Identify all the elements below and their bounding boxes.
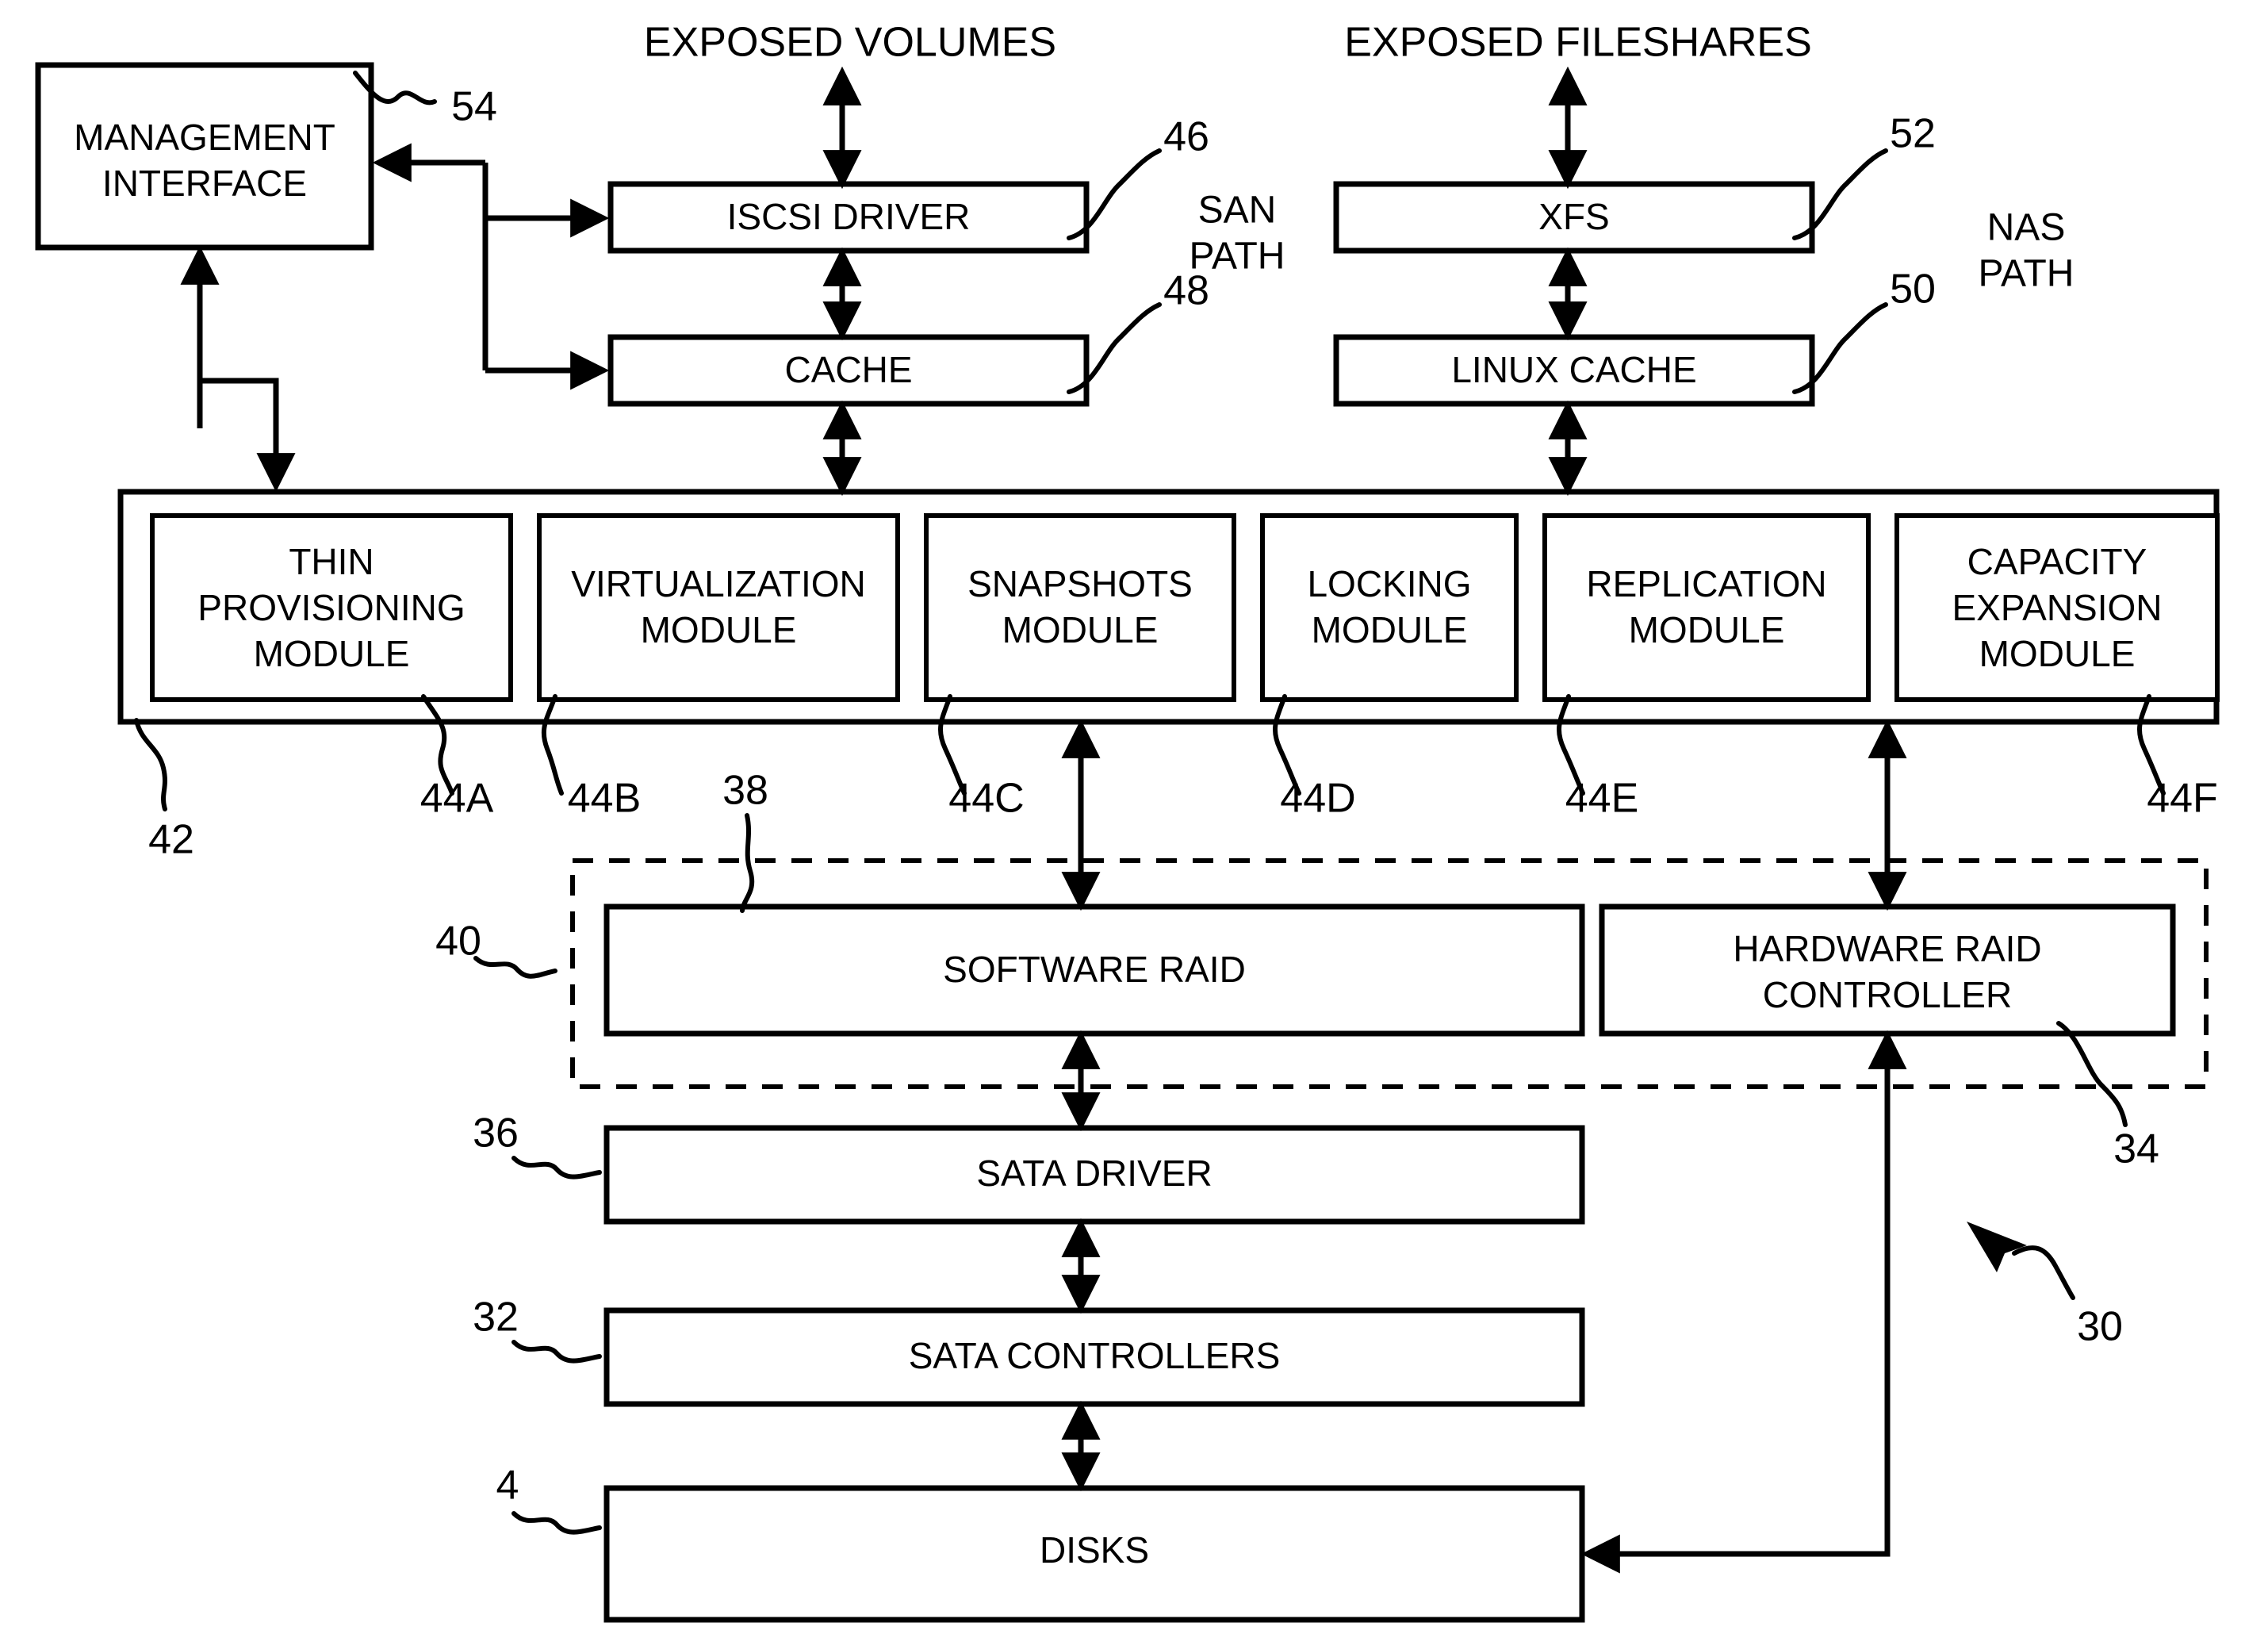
module-box-replication bbox=[1542, 513, 1871, 702]
ref-30-arrowhead bbox=[1967, 1222, 2027, 1272]
module-label-thin-provisioning-line1: THIN bbox=[289, 541, 374, 582]
ref-44B-label: 44B bbox=[568, 776, 642, 822]
management-interface-label-line1: MANAGEMENT bbox=[74, 117, 335, 158]
module-label-capacity-line3: MODULE bbox=[1979, 633, 2136, 674]
ref-48-label: 48 bbox=[1163, 268, 1209, 314]
patent-figure-canvas: EXPOSED VOLUMES EXPOSED FILESHARES SAN P… bbox=[0, 0, 2268, 1638]
nas-path-label-line2: PATH bbox=[1979, 253, 2075, 295]
ref-34-leader bbox=[2056, 1021, 2128, 1127]
ref-4-label: 4 bbox=[496, 1463, 519, 1509]
ref-38-leader bbox=[740, 813, 755, 913]
ref-52-label: 52 bbox=[1890, 111, 1936, 157]
ref-32-label: 32 bbox=[473, 1295, 519, 1341]
module-label-replication-line1: REPLICATION bbox=[1586, 563, 1826, 604]
ref-40-leader bbox=[473, 956, 557, 979]
ref-44C-label: 44C bbox=[948, 776, 1024, 822]
linux-cache-label: LINUX CACHE bbox=[1451, 349, 1696, 390]
hardware-raid-controller-label-line1: HARDWARE RAID bbox=[1733, 928, 2041, 969]
ref-38-label: 38 bbox=[722, 768, 768, 814]
module-label-thin-provisioning-line2: PROVISIONING bbox=[197, 587, 465, 628]
ref-46-label: 46 bbox=[1163, 114, 1209, 160]
module-label-replication-line2: MODULE bbox=[1629, 609, 1785, 650]
xfs-label: XFS bbox=[1538, 196, 1609, 237]
cache-label: CACHE bbox=[784, 349, 912, 390]
conn-modules-down bbox=[197, 378, 296, 493]
exposed-fileshares-label: EXPOSED FILESHARES bbox=[1344, 20, 1812, 66]
ref-30-label: 30 bbox=[2077, 1304, 2123, 1350]
module-label-capacity-line1: CAPACITY bbox=[1967, 541, 2147, 582]
ref-54-label: 54 bbox=[451, 84, 497, 130]
ref-36-leader bbox=[511, 1156, 602, 1180]
ref-44F-label: 44F bbox=[2147, 776, 2218, 822]
ref-4-leader bbox=[511, 1511, 602, 1535]
sata-driver-label: SATA DRIVER bbox=[976, 1153, 1212, 1194]
san-path-label-line1: SAN bbox=[1198, 190, 1277, 232]
ref-34-label: 34 bbox=[2113, 1126, 2159, 1172]
hardware-raid-controller-label-line2: CONTROLLER bbox=[1763, 974, 2012, 1015]
ref-50-label: 50 bbox=[1890, 267, 1936, 313]
module-label-locking-line1: LOCKING bbox=[1307, 563, 1471, 604]
ref-32-leader bbox=[511, 1340, 602, 1364]
ref-36-label: 36 bbox=[473, 1111, 519, 1157]
module-label-snapshots-line2: MODULE bbox=[1002, 609, 1159, 650]
iscsi-driver-label: ISCSI DRIVER bbox=[727, 196, 971, 237]
exposed-volumes-label: EXPOSED VOLUMES bbox=[644, 20, 1056, 66]
sata-controllers-label: SATA CONTROLLERS bbox=[909, 1335, 1281, 1376]
module-label-virtualization-line1: VIRTUALIZATION bbox=[571, 563, 865, 604]
module-label-snapshots-line1: SNAPSHOTS bbox=[967, 563, 1193, 604]
disks-label: DISKS bbox=[1040, 1529, 1149, 1571]
module-label-thin-provisioning-line3: MODULE bbox=[254, 633, 410, 674]
module-box-virtualization bbox=[537, 513, 900, 702]
nas-path-label-line1: NAS bbox=[1987, 207, 2066, 249]
block-diagram-svg: EXPOSED VOLUMES EXPOSED FILESHARES SAN P… bbox=[35, 20, 2220, 1623]
ref-44A-label: 44A bbox=[420, 776, 494, 822]
module-label-locking-line2: MODULE bbox=[1312, 609, 1468, 650]
conn-hwraid-disks bbox=[1580, 1030, 1907, 1574]
ref-44E-label: 44E bbox=[1565, 776, 1639, 822]
module-box-locking bbox=[1260, 513, 1519, 702]
module-box-snapshots bbox=[924, 513, 1236, 702]
management-interface-label-line2: INTERFACE bbox=[102, 163, 307, 204]
ref-44D-label: 44D bbox=[1280, 776, 1355, 822]
module-label-capacity-line2: EXPANSION bbox=[1952, 587, 2163, 628]
ref-42-label: 42 bbox=[148, 817, 194, 863]
ref-42-leader bbox=[134, 718, 167, 811]
module-label-virtualization-line2: MODULE bbox=[641, 609, 797, 650]
ref-30-leader bbox=[2012, 1245, 2075, 1300]
software-raid-label: SOFTWARE RAID bbox=[943, 949, 1246, 990]
